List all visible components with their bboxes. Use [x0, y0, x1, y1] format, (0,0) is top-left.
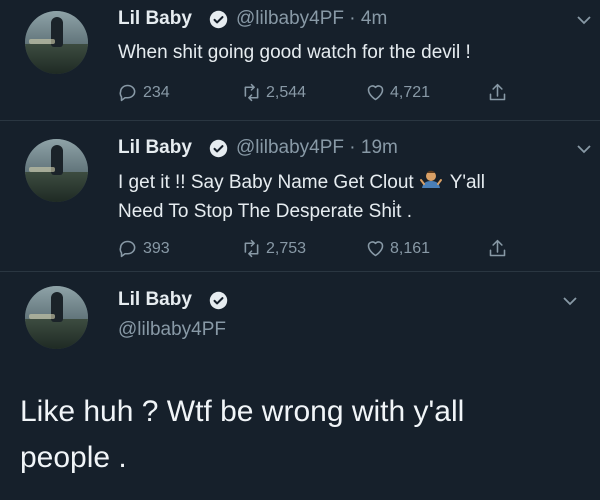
tweet-text-part: I get it !! Say Baby Name Get Clout	[118, 172, 414, 193]
retweet-icon	[244, 239, 259, 258]
reply-icon	[119, 84, 136, 102]
handle[interactable]: @lilbaby4PF	[118, 319, 226, 341]
display-name[interactable]: Lil Baby	[118, 289, 192, 311]
display-name[interactable]: Lil Baby	[118, 8, 192, 30]
tweet-1[interactable]: Lil Baby @lilbaby4PF · 4m When shit goin…	[0, 0, 600, 120]
chevron-down-icon[interactable]	[577, 16, 591, 25]
tweet-2[interactable]: Lil Baby @lilbaby4PF · 19m I get it !! S…	[0, 120, 600, 272]
reply-count: 393	[143, 239, 170, 257]
avatar[interactable]	[25, 286, 88, 349]
share-button[interactable]	[487, 238, 512, 259]
heart-icon	[367, 241, 384, 257]
tweet-text-line2: Need To Stop The Desperate Shi̇t .	[118, 201, 412, 222]
reply-count: 234	[143, 83, 170, 101]
reply-button[interactable]: 234	[118, 82, 170, 103]
verified-badge-icon	[209, 291, 228, 310]
heart-icon	[367, 85, 384, 101]
retweet-button[interactable]: 2,544	[241, 82, 306, 103]
share-icon	[489, 239, 506, 257]
retweet-icon	[244, 83, 259, 102]
retweet-count: 2,544	[266, 83, 307, 101]
like-button[interactable]: 8,161	[365, 238, 430, 259]
share-button[interactable]	[487, 82, 512, 103]
tweet-text: I get it !! Say Baby Name Get Clout Y'al…	[118, 168, 485, 226]
retweet-button[interactable]: 2,753	[241, 238, 306, 259]
handle-and-time[interactable]: @lilbaby4PF · 19m	[236, 137, 398, 159]
handle-and-time[interactable]: @lilbaby4PF · 4m	[236, 8, 387, 30]
chevron-down-icon[interactable]	[563, 297, 577, 306]
verified-badge-icon	[209, 10, 228, 29]
tweet-text: When shit going good watch for the devil…	[118, 42, 471, 63]
avatar[interactable]	[25, 139, 88, 202]
share-icon	[489, 83, 506, 101]
verified-badge-icon	[209, 139, 228, 158]
like-count: 4,721	[390, 83, 431, 101]
tweet-text-line2: people .	[20, 441, 127, 474]
reply-icon	[119, 240, 136, 258]
avatar[interactable]	[25, 11, 88, 74]
tweet-text: Like huh ? Wtf be wrong with y'all peopl…	[20, 389, 464, 481]
retweet-count: 2,753	[266, 239, 307, 257]
display-name[interactable]: Lil Baby	[118, 137, 192, 159]
like-count: 8,161	[390, 239, 431, 257]
chevron-down-icon[interactable]	[577, 145, 591, 154]
tweet-text-line1: Like huh ? Wtf be wrong with y'all	[20, 395, 465, 428]
tweet-3-expanded[interactable]: Lil Baby @lilbaby4PF Like huh ? Wtf be w…	[0, 271, 600, 500]
shrug-emoji-icon	[419, 170, 442, 188]
reply-button[interactable]: 393	[118, 238, 170, 259]
like-button[interactable]: 4,721	[365, 82, 430, 103]
tweet-text-part: Y'all	[449, 172, 485, 193]
